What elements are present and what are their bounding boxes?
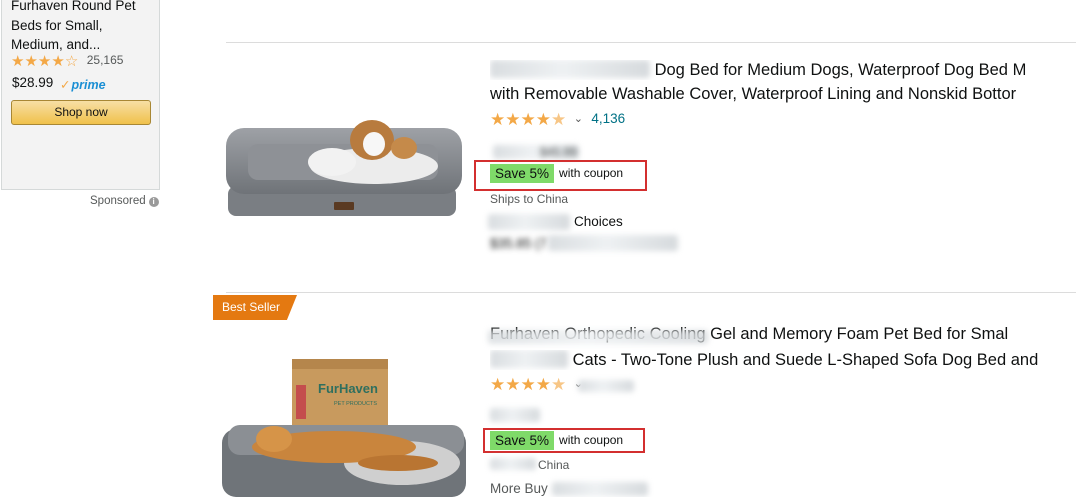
star-full-icon: ★ [11,53,25,70]
info-icon[interactable]: i [148,197,159,207]
coupon-row[interactable]: Save 5% with coupon [490,164,623,183]
ad-title-line[interactable]: Furhaven Round Pet [11,0,151,16]
redacted-text [488,330,708,344]
ad-title-line[interactable]: Beds for Small, [11,16,151,36]
star-full-icon: ★ [505,375,521,394]
star-half-icon: ★ [551,375,567,394]
product-title-line[interactable]: with Removable Washable Cover, Waterproo… [490,85,1076,104]
product-image[interactable] [222,92,472,222]
product-title-line[interactable]: Cats - Two-Tone Plush and Suede L-Shaped… [490,350,1076,370]
list-price: $45.99 [540,145,577,159]
star-full-icon: ★ [535,375,551,394]
chevron-down-icon[interactable]: ⌄ [574,113,583,125]
prime-label: prime [71,78,106,92]
star-full-icon: ★ [520,375,536,394]
star-full-icon: ★ [51,53,65,70]
star-full-icon: ★ [490,110,506,129]
star-full-icon: ★ [24,53,38,70]
star-full-icon: ★ [490,375,506,394]
rating-count[interactable]: 4,136 [591,111,625,126]
box-sub-text: PET PRODUCTS [334,401,377,407]
ad-price: $28.99 [12,75,54,90]
ships-to-text: China [538,458,570,472]
more-choices-link[interactable]: Choices [574,214,623,229]
prime-check-icon: ✓ [60,78,71,92]
dog-bed-image [226,120,462,216]
star-full-icon: ★ [535,110,551,129]
star-empty-icon: ☆ [64,53,79,70]
more-choices-link[interactable]: More Buy [490,481,548,496]
redacted-text [490,350,568,368]
redacted-text [488,214,570,230]
redacted-text [578,380,634,392]
product-title-text[interactable]: with Removable Washable Cover, Waterproo… [490,85,1016,103]
redacted-price [490,408,540,422]
coupon-badge[interactable]: Save 5% [490,164,555,183]
offer-price: $35.85 (7 [490,236,548,251]
star-full-icon: ★ [37,53,52,70]
coupon-row[interactable]: Save 5% with coupon [490,431,623,450]
ad-rating[interactable]: ★★★★☆ 25,165 [11,53,123,69]
prime-badge: ✓prime [60,77,106,92]
ships-to-text: Ships to China [490,192,569,206]
star-full-icon: ★ [520,110,536,129]
product-title-text[interactable]: Cats - Two-Tone Plush and Suede L-Shaped… [573,351,1039,369]
ad-product-title[interactable]: Furhaven Round Pet Beds for Small, Mediu… [11,0,151,55]
ad-title-line[interactable]: Medium, and... [11,35,151,55]
redacted-text [490,60,650,78]
redacted-text [490,458,536,470]
product-title-line[interactable]: Dog Bed for Medium Dogs, Waterproof Dog … [490,60,1076,80]
sponsored-label[interactable]: Sponsored i [90,195,159,207]
star-half-icon: ★ [551,110,567,129]
coupon-text: with coupon [559,433,624,447]
redacted-text [548,235,678,251]
product-title-text[interactable]: Dog Bed for Medium Dogs, Waterproof Dog … [655,61,1027,79]
coupon-text: with coupon [559,166,624,180]
coupon-badge[interactable]: Save 5% [490,431,555,450]
sponsored-text: Sponsored [90,195,146,207]
result-divider [226,42,1076,43]
product-rating[interactable]: ★★★★★ ⌄ [490,375,583,395]
star-full-icon: ★ [505,110,521,129]
box-brand-text: FurHaven [318,381,378,396]
ad-rating-count[interactable]: 25,165 [87,53,124,67]
result-divider [226,292,1076,293]
product-rating[interactable]: ★★★★★ ⌄ 4,136 [490,111,625,130]
dog-bed-image: FurHaven PET PRODUCTS [222,359,466,497]
shop-now-button[interactable]: Shop now [11,100,151,125]
best-seller-badge: Best Seller [213,295,297,320]
redacted-text [552,482,648,496]
product-image[interactable]: FurHaven PET PRODUCTS [222,355,472,497]
